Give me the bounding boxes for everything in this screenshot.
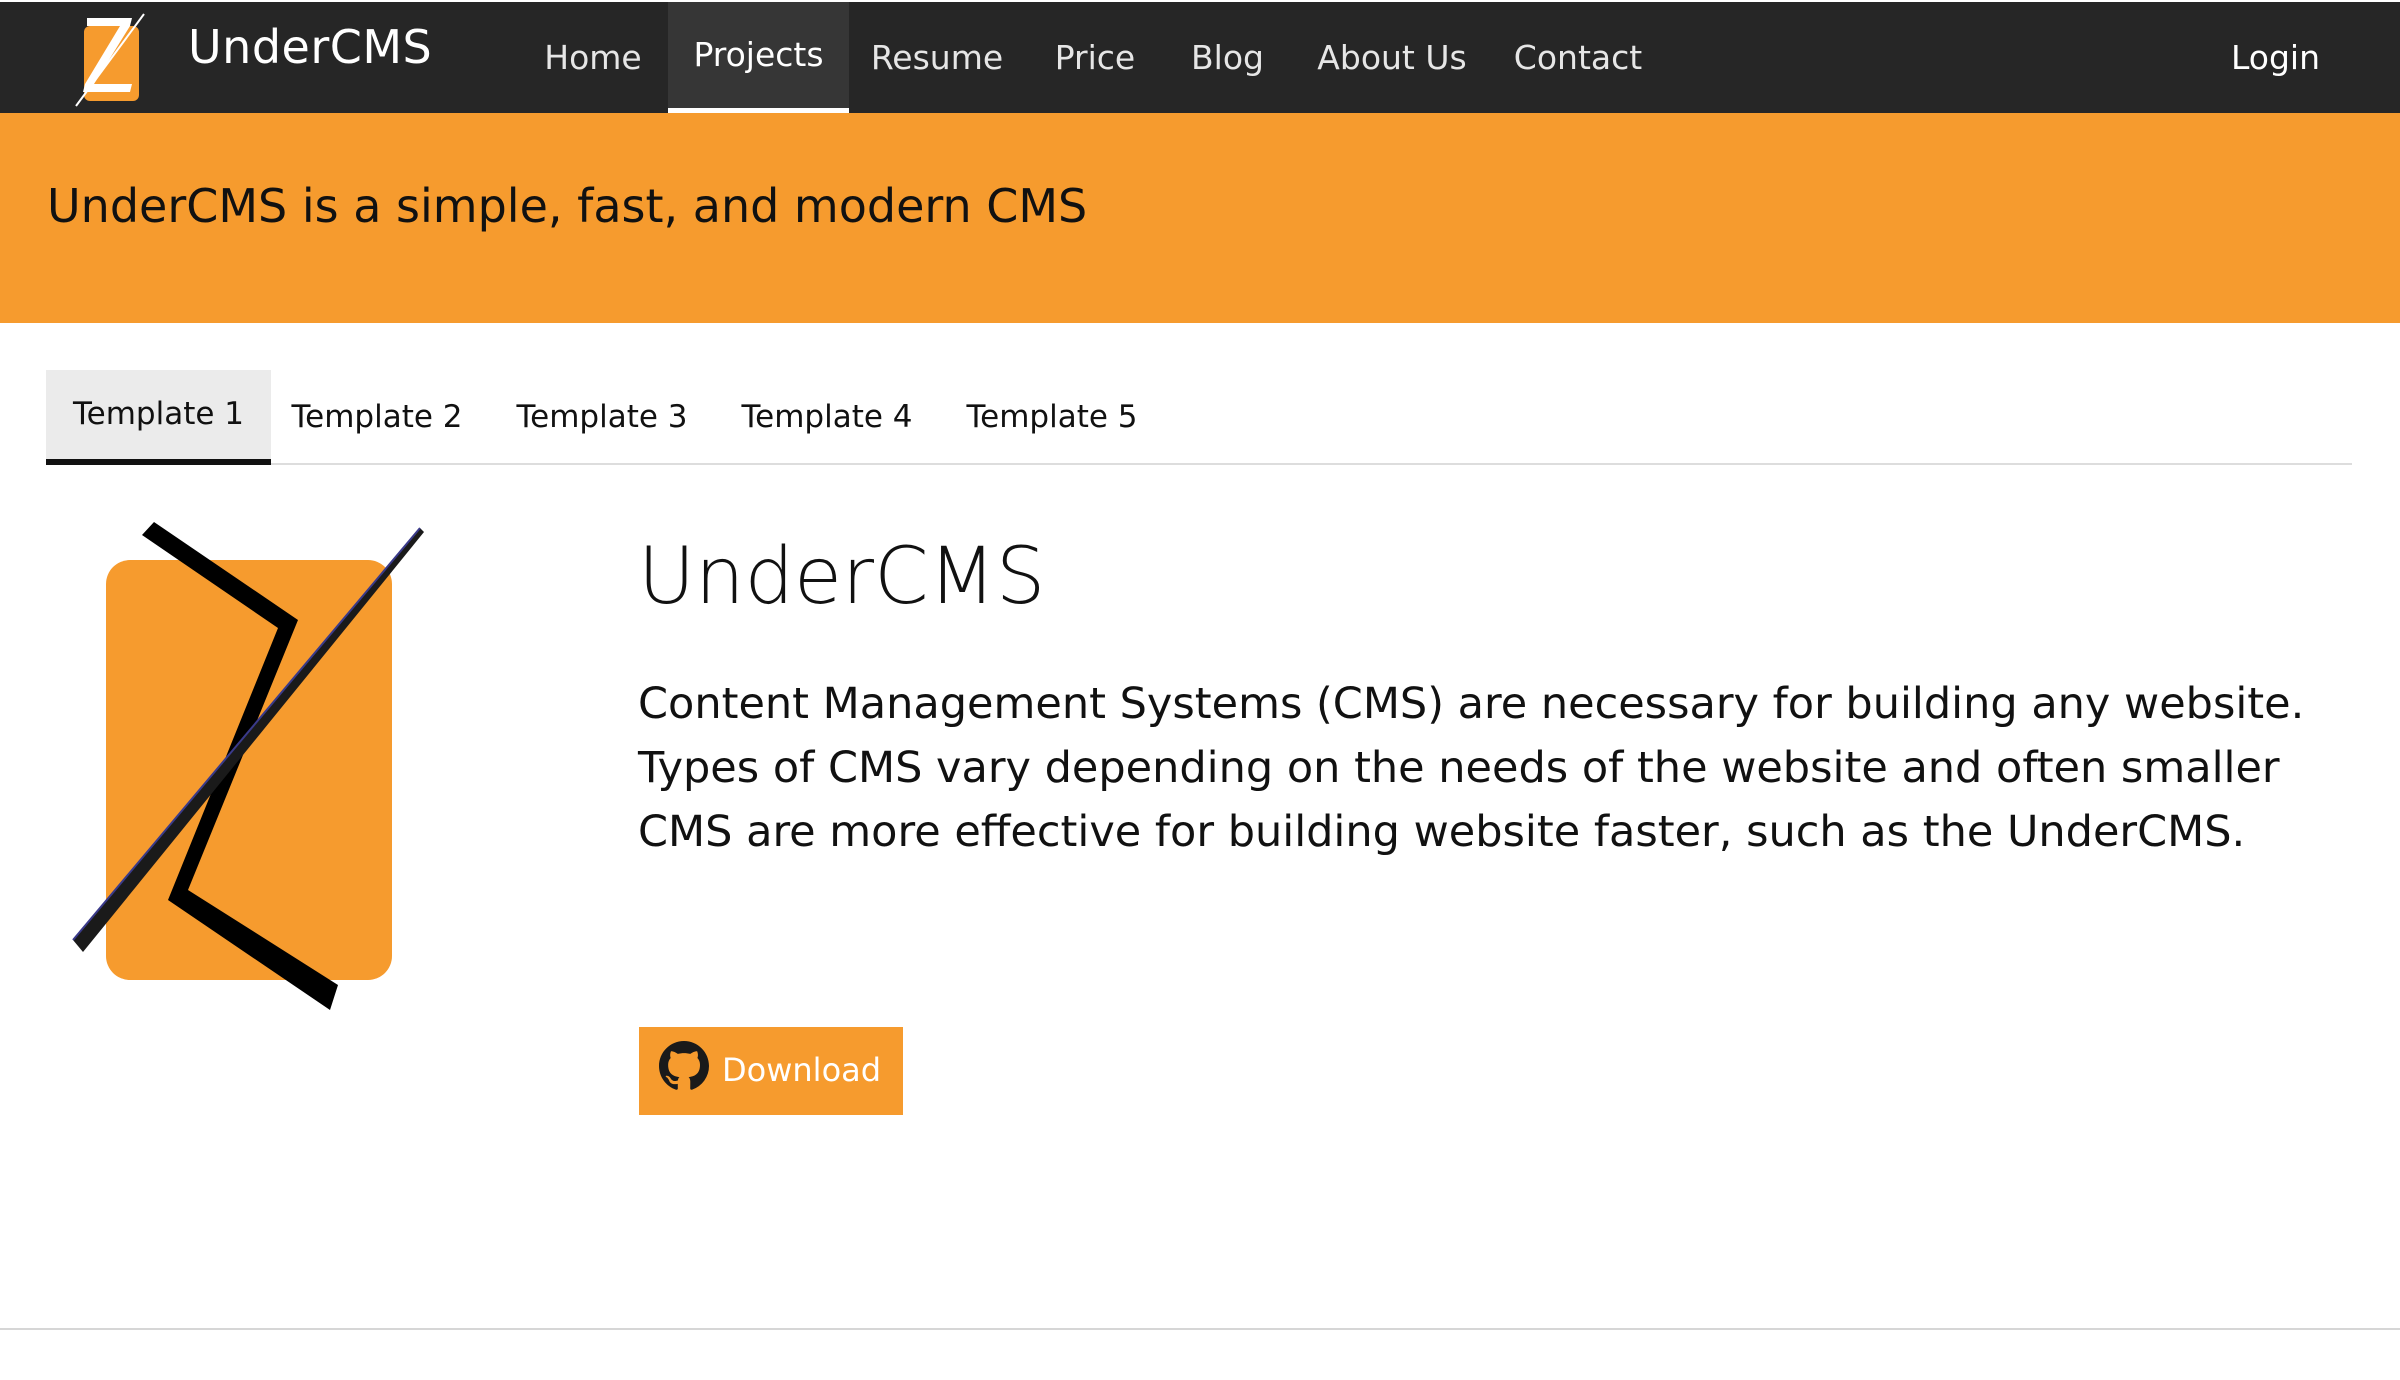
brand[interactable] bbox=[74, 12, 150, 107]
undercms-logo-icon bbox=[75, 13, 145, 107]
tab-template-2[interactable]: Template 2 bbox=[282, 370, 472, 465]
project-description: Content Management Systems (CMS) are nec… bbox=[638, 679, 2305, 857]
template-tabs: Template 1 Template 2 Template 3 Templat… bbox=[46, 370, 2352, 465]
nav-item-projects[interactable]: Projects bbox=[668, 2, 849, 113]
nav-item-about-us[interactable]: About Us bbox=[1308, 2, 1476, 113]
footer-divider bbox=[0, 1328, 2400, 1330]
nav-item-price[interactable]: Price bbox=[1040, 2, 1150, 113]
brand-name[interactable]: UnderCMS bbox=[188, 20, 432, 74]
tab-template-5[interactable]: Template 5 bbox=[957, 370, 1147, 465]
banner-tagline: UnderCMS is a simple, fast, and modern C… bbox=[47, 179, 1088, 233]
nav-item-home[interactable]: Home bbox=[530, 2, 656, 113]
hero-banner: UnderCMS is a simple, fast, and modern C… bbox=[0, 113, 2400, 323]
top-navbar: UnderCMS Home Projects Resume Price Blog… bbox=[0, 0, 2400, 113]
login-link[interactable]: Login bbox=[2231, 2, 2320, 113]
nav-item-blog[interactable]: Blog bbox=[1175, 2, 1280, 113]
tab-template-3[interactable]: Template 3 bbox=[507, 370, 697, 465]
nav-item-resume[interactable]: Resume bbox=[862, 2, 1012, 113]
download-button[interactable]: Download bbox=[639, 1027, 903, 1115]
page-title: UnderCMS bbox=[638, 532, 1046, 622]
tab-template-1[interactable]: Template 1 bbox=[46, 370, 271, 465]
nav-item-contact[interactable]: Contact bbox=[1506, 2, 1650, 113]
tab-template-4[interactable]: Template 4 bbox=[732, 370, 922, 465]
github-icon bbox=[659, 1041, 709, 1090]
undercms-large-logo-icon bbox=[72, 522, 424, 1010]
download-label: Download bbox=[722, 1051, 882, 1089]
